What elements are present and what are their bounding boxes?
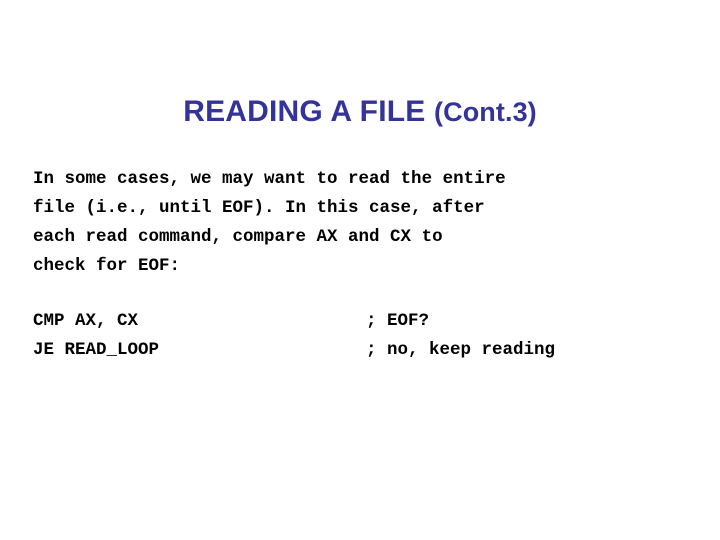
body-line: file (i.e., until EOF). In this case, af… [33,198,485,218]
code-comment: ; no, keep reading [366,340,556,360]
assembly-code-block: CMP AX, CX ; EOF? JE READ_LOOP ; no, kee… [33,307,693,365]
code-instruction: CMP AX, CX [33,311,139,331]
presentation-slide: READING A FILE (Cont.3) In some cases, w… [0,0,720,540]
body-line: In some cases, we may want to read the e… [33,169,506,189]
code-comment: ; EOF? [366,311,430,331]
slide-title-suffix: (Cont.3) [434,97,537,127]
code-row: JE READ_LOOP ; no, keep reading [33,336,693,365]
body-line: each read command, compare AX and CX to [33,227,443,247]
body-paragraph: In some cases, we may want to read the e… [33,165,693,281]
body-line: check for EOF: [33,256,181,276]
code-row: CMP AX, CX ; EOF? [33,307,693,336]
slide-title-main: READING A FILE [183,95,434,128]
code-instruction: JE READ_LOOP [33,340,160,360]
slide-title: READING A FILE (Cont.3) [0,95,720,129]
